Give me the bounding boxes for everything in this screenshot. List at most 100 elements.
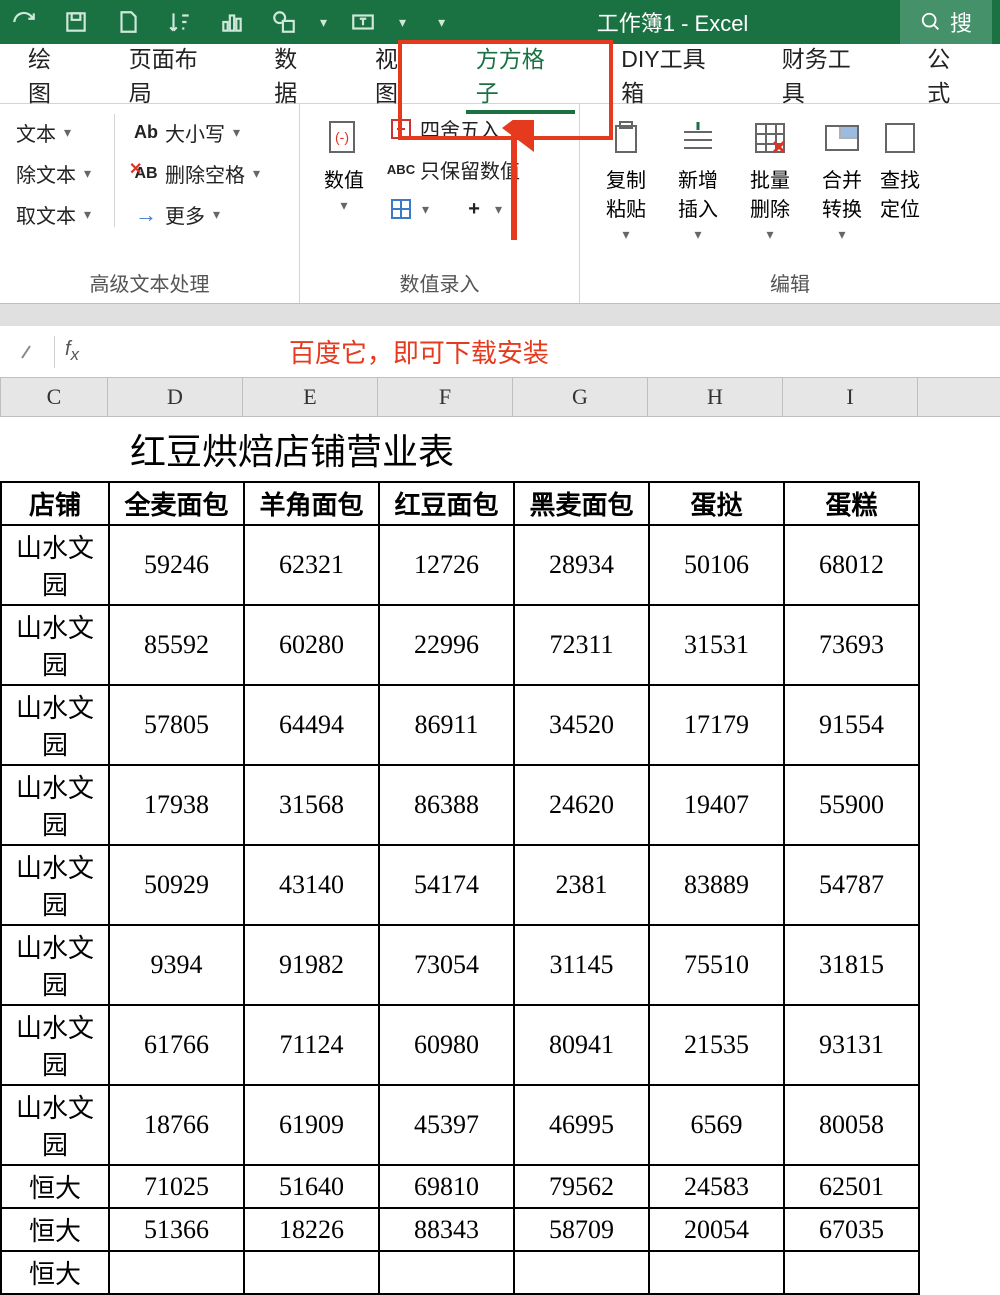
cell[interactable]: 17179 xyxy=(649,685,784,765)
col-header[interactable]: C xyxy=(0,378,108,416)
numeric-more[interactable]: ▾ + ▾ xyxy=(384,194,524,224)
cell[interactable]: 54174 xyxy=(379,845,514,925)
copy-paste-button[interactable]: 复制粘贴▾ xyxy=(592,110,660,249)
cell[interactable]: 6569 xyxy=(649,1085,784,1165)
cell[interactable] xyxy=(244,1251,379,1294)
table-header[interactable]: 黑麦面包 xyxy=(514,482,649,525)
more-button[interactable]: → 更多▾ xyxy=(129,198,264,231)
col-header[interactable]: G xyxy=(513,378,648,416)
cell[interactable]: 山水文园 xyxy=(1,525,109,605)
text-item-1[interactable]: 文本▾ xyxy=(12,116,100,149)
cell[interactable]: 50106 xyxy=(649,525,784,605)
cell[interactable] xyxy=(784,1251,919,1294)
cell[interactable]: 24620 xyxy=(514,765,649,845)
cell[interactable]: 93131 xyxy=(784,1005,919,1085)
tab-page-layout[interactable]: 页面布局 xyxy=(101,28,247,120)
cell[interactable]: 61909 xyxy=(244,1085,379,1165)
col-header[interactable]: I xyxy=(783,378,918,416)
cell[interactable]: 51366 xyxy=(109,1208,244,1251)
cell[interactable]: 75510 xyxy=(649,925,784,1005)
cell[interactable]: 83889 xyxy=(649,845,784,925)
cell[interactable]: 72311 xyxy=(514,605,649,685)
cell[interactable]: 50929 xyxy=(109,845,244,925)
col-header[interactable]: E xyxy=(243,378,378,416)
cell[interactable] xyxy=(649,1251,784,1294)
cell[interactable]: 31531 xyxy=(649,605,784,685)
text-item-2[interactable]: 除文本▾ xyxy=(12,157,100,190)
cell[interactable]: 73054 xyxy=(379,925,514,1005)
col-header[interactable]: H xyxy=(648,378,783,416)
cell[interactable] xyxy=(514,1251,649,1294)
cell[interactable]: 58709 xyxy=(514,1208,649,1251)
remove-spaces-button[interactable]: ✕AB 删除空格▾ xyxy=(129,157,264,190)
cell[interactable]: 山水文园 xyxy=(1,845,109,925)
table-header[interactable]: 红豆面包 xyxy=(379,482,514,525)
table-header[interactable]: 店铺 xyxy=(1,482,109,525)
cell[interactable]: 17938 xyxy=(109,765,244,845)
keep-values-button[interactable]: ABC 只保留数值 xyxy=(384,153,524,186)
cell[interactable]: 28934 xyxy=(514,525,649,605)
tab-formula[interactable]: 公式 xyxy=(899,28,1000,120)
cell[interactable]: 45397 xyxy=(379,1085,514,1165)
cell[interactable]: 山水文园 xyxy=(1,1085,109,1165)
cell[interactable]: 恒大 xyxy=(1,1251,109,1294)
cell[interactable]: 9394 xyxy=(109,925,244,1005)
table-header[interactable]: 全麦面包 xyxy=(109,482,244,525)
tab-fangfang[interactable]: 方方格子 xyxy=(448,28,594,120)
cell[interactable]: 31568 xyxy=(244,765,379,845)
tab-draw[interactable]: 绘图 xyxy=(0,28,101,120)
tab-view[interactable]: 视图 xyxy=(347,28,448,120)
cell[interactable]: 山水文园 xyxy=(1,605,109,685)
insert-button[interactable]: 新增插入▾ xyxy=(664,110,732,249)
tab-diy[interactable]: DIY工具箱 xyxy=(593,28,753,120)
find-locate-button[interactable]: 查找定位 xyxy=(880,110,920,249)
cell[interactable]: 55900 xyxy=(784,765,919,845)
cell[interactable]: 59246 xyxy=(109,525,244,605)
cell[interactable]: 61766 xyxy=(109,1005,244,1085)
cell[interactable]: 46995 xyxy=(514,1085,649,1165)
cell[interactable]: 73693 xyxy=(784,605,919,685)
cell[interactable]: 62321 xyxy=(244,525,379,605)
cell[interactable]: 34520 xyxy=(514,685,649,765)
cell[interactable]: 21535 xyxy=(649,1005,784,1085)
col-header[interactable]: F xyxy=(378,378,513,416)
cell[interactable]: 88343 xyxy=(379,1208,514,1251)
merge-convert-button[interactable]: 合并转换▾ xyxy=(808,110,876,249)
batch-delete-button[interactable]: 批量删除▾ xyxy=(736,110,804,249)
cell[interactable]: 67035 xyxy=(784,1208,919,1251)
cell[interactable]: 68012 xyxy=(784,525,919,605)
cell[interactable]: 79562 xyxy=(514,1165,649,1208)
cell[interactable]: 60980 xyxy=(379,1005,514,1085)
table-header[interactable]: 蛋糕 xyxy=(784,482,919,525)
cell[interactable]: 山水文园 xyxy=(1,925,109,1005)
cell[interactable]: 31815 xyxy=(784,925,919,1005)
formula-input[interactable] xyxy=(99,336,992,367)
cell[interactable]: 80058 xyxy=(784,1085,919,1165)
case-button[interactable]: Ab 大小写▾ xyxy=(129,116,264,149)
cell[interactable]: 43140 xyxy=(244,845,379,925)
cell[interactable]: 2381 xyxy=(514,845,649,925)
cell[interactable]: 71124 xyxy=(244,1005,379,1085)
cell[interactable]: 51640 xyxy=(244,1165,379,1208)
numeric-button[interactable]: (-) 数值 ▾ xyxy=(312,110,376,224)
text-item-3[interactable]: 取文本▾ xyxy=(12,198,100,231)
cell[interactable] xyxy=(379,1251,514,1294)
cell[interactable]: 恒大 xyxy=(1,1208,109,1251)
cell[interactable]: 20054 xyxy=(649,1208,784,1251)
cell[interactable]: 18226 xyxy=(244,1208,379,1251)
cell[interactable]: 85592 xyxy=(109,605,244,685)
cell[interactable]: 山水文园 xyxy=(1,1005,109,1085)
cell[interactable]: 恒大 xyxy=(1,1165,109,1208)
cell[interactable]: 山水文园 xyxy=(1,765,109,845)
cell[interactable]: 57805 xyxy=(109,685,244,765)
sheet-title[interactable]: 红豆烘焙店铺营业表 xyxy=(0,417,1000,481)
cell[interactable]: 山水文园 xyxy=(1,685,109,765)
cell[interactable]: 19407 xyxy=(649,765,784,845)
cell[interactable]: 62501 xyxy=(784,1165,919,1208)
cell[interactable]: 86911 xyxy=(379,685,514,765)
cell[interactable]: 12726 xyxy=(379,525,514,605)
cell[interactable]: 24583 xyxy=(649,1165,784,1208)
col-header[interactable]: D xyxy=(108,378,243,416)
cell[interactable]: 91554 xyxy=(784,685,919,765)
tab-data[interactable]: 数据 xyxy=(246,28,347,120)
